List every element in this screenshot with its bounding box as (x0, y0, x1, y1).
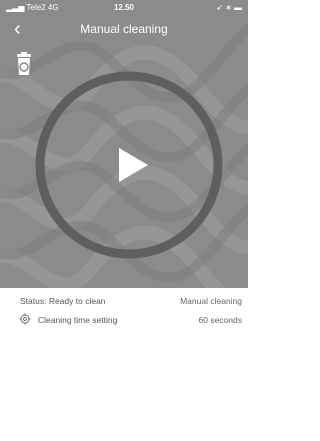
start-cleaning-button[interactable] (34, 70, 224, 260)
status-bar: ▂▃▅ Tele2 4G 12.50 ➶ ∗ ▬ (0, 0, 248, 16)
status-label: Status: Ready to clean (20, 296, 106, 306)
hero-area: ▂▃▅ Tele2 4G 12.50 ➶ ∗ ▬ ‹ Manual cleani… (0, 0, 248, 288)
page-title: Manual cleaning (80, 22, 168, 36)
status-row: Status: Ready to clean Manual cleaning (0, 293, 248, 311)
trash-can-icon (17, 52, 31, 75)
clock: 12.50 (113, 3, 135, 12)
cleaning-time-value: 60 seconds (198, 315, 242, 325)
cleaning-time-label: Cleaning time setting (38, 315, 118, 325)
gear-icon (19, 313, 31, 325)
mode-value: Manual cleaning (180, 296, 242, 306)
play-icon (35, 71, 223, 259)
cleaning-time-setting-row[interactable]: Cleaning time setting 60 seconds (0, 312, 248, 330)
trash-button[interactable] (14, 52, 34, 76)
status-icons: ➶ ∗ ▬ (216, 3, 242, 12)
nav-bar: ‹ Manual cleaning (0, 16, 248, 44)
